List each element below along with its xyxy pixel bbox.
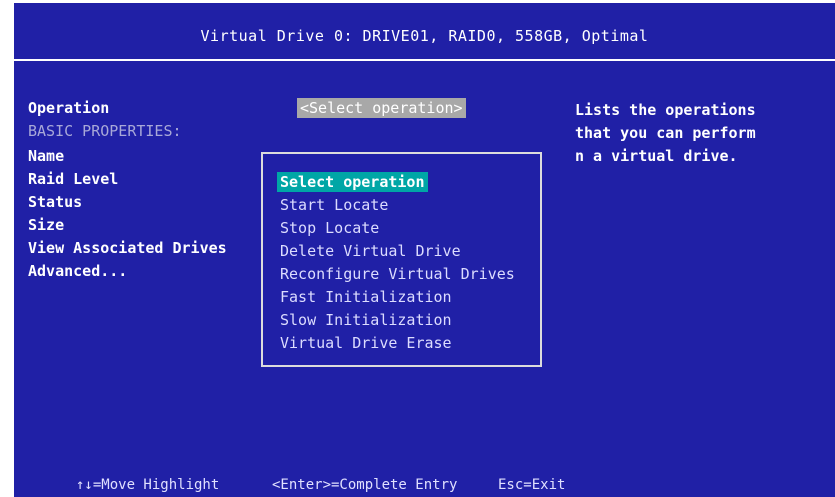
option-delete-virtual-drive[interactable]: Delete Virtual Drive	[277, 241, 464, 261]
advanced-link[interactable]: Advanced...	[28, 262, 127, 280]
raid-level-label: Raid Level	[28, 170, 119, 188]
title-divider	[14, 59, 835, 61]
option-select-operation[interactable]: Select operation	[277, 172, 428, 192]
basic-properties-heading: BASIC PROPERTIES:	[28, 122, 182, 140]
option-start-locate[interactable]: Start Locate	[277, 195, 391, 215]
footer-move-hint: ↑↓=Move Highlight	[76, 477, 220, 493]
help-text: Lists the operations that you can perfor…	[575, 101, 756, 165]
operation-select[interactable]: <Select operation>	[297, 98, 466, 118]
name-label: Name	[28, 147, 65, 165]
size-label: Size	[28, 216, 65, 234]
view-associated-drives-link[interactable]: View Associated Drives	[28, 239, 227, 257]
page-title: Virtual Drive 0: DRIVE01, RAID0, 558GB, …	[200, 27, 649, 45]
operation-popup: Select operation Start Locate Stop Locat…	[261, 152, 542, 367]
option-reconfigure-virtual-drives[interactable]: Reconfigure Virtual Drives	[277, 264, 518, 284]
option-virtual-drive-erase[interactable]: Virtual Drive Erase	[277, 333, 455, 353]
footer-enter-hint: <Enter>=Complete Entry	[272, 477, 458, 493]
option-fast-initialization[interactable]: Fast Initialization	[277, 287, 455, 307]
status-label: Status	[28, 193, 83, 211]
footer-esc-hint: Esc=Exit	[498, 477, 566, 493]
operation-label[interactable]: Operation	[28, 99, 109, 117]
option-stop-locate[interactable]: Stop Locate	[277, 218, 382, 238]
bios-screen: Virtual Drive 0: DRIVE01, RAID0, 558GB, …	[14, 3, 835, 497]
option-slow-initialization[interactable]: Slow Initialization	[277, 310, 455, 330]
